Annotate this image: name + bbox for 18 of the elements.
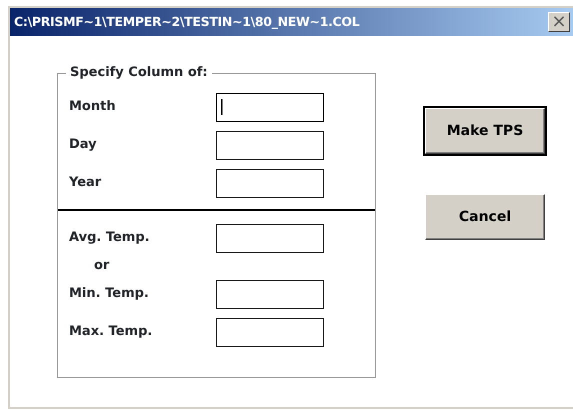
field-label: Avg. Temp. — [69, 229, 151, 248]
field-label: Month — [69, 98, 117, 116]
input-field[interactable] — [216, 168, 324, 198]
window-title: C:\PRISMF~1\TEMPER~2\TESTIN~1\80_NEW~1.COL — [14, 12, 360, 31]
input-field[interactable] — [216, 280, 324, 308]
input-field[interactable] — [216, 92, 324, 122]
group-title: Specify Column of: — [66, 64, 212, 82]
dialog-button[interactable]: Make TPS — [425, 108, 545, 154]
field-label: Year — [69, 174, 102, 192]
input-field[interactable] — [216, 224, 324, 252]
field-label: Min. Temp. — [69, 285, 150, 304]
close-button[interactable]: × — [548, 12, 570, 32]
input-field[interactable] — [216, 318, 324, 346]
or-label: or — [93, 257, 110, 275]
field-label: Day — [69, 136, 98, 154]
field-label: Max. Temp. — [69, 323, 154, 342]
input-field[interactable] — [216, 130, 324, 160]
dialog-button[interactable]: Cancel — [425, 194, 545, 240]
